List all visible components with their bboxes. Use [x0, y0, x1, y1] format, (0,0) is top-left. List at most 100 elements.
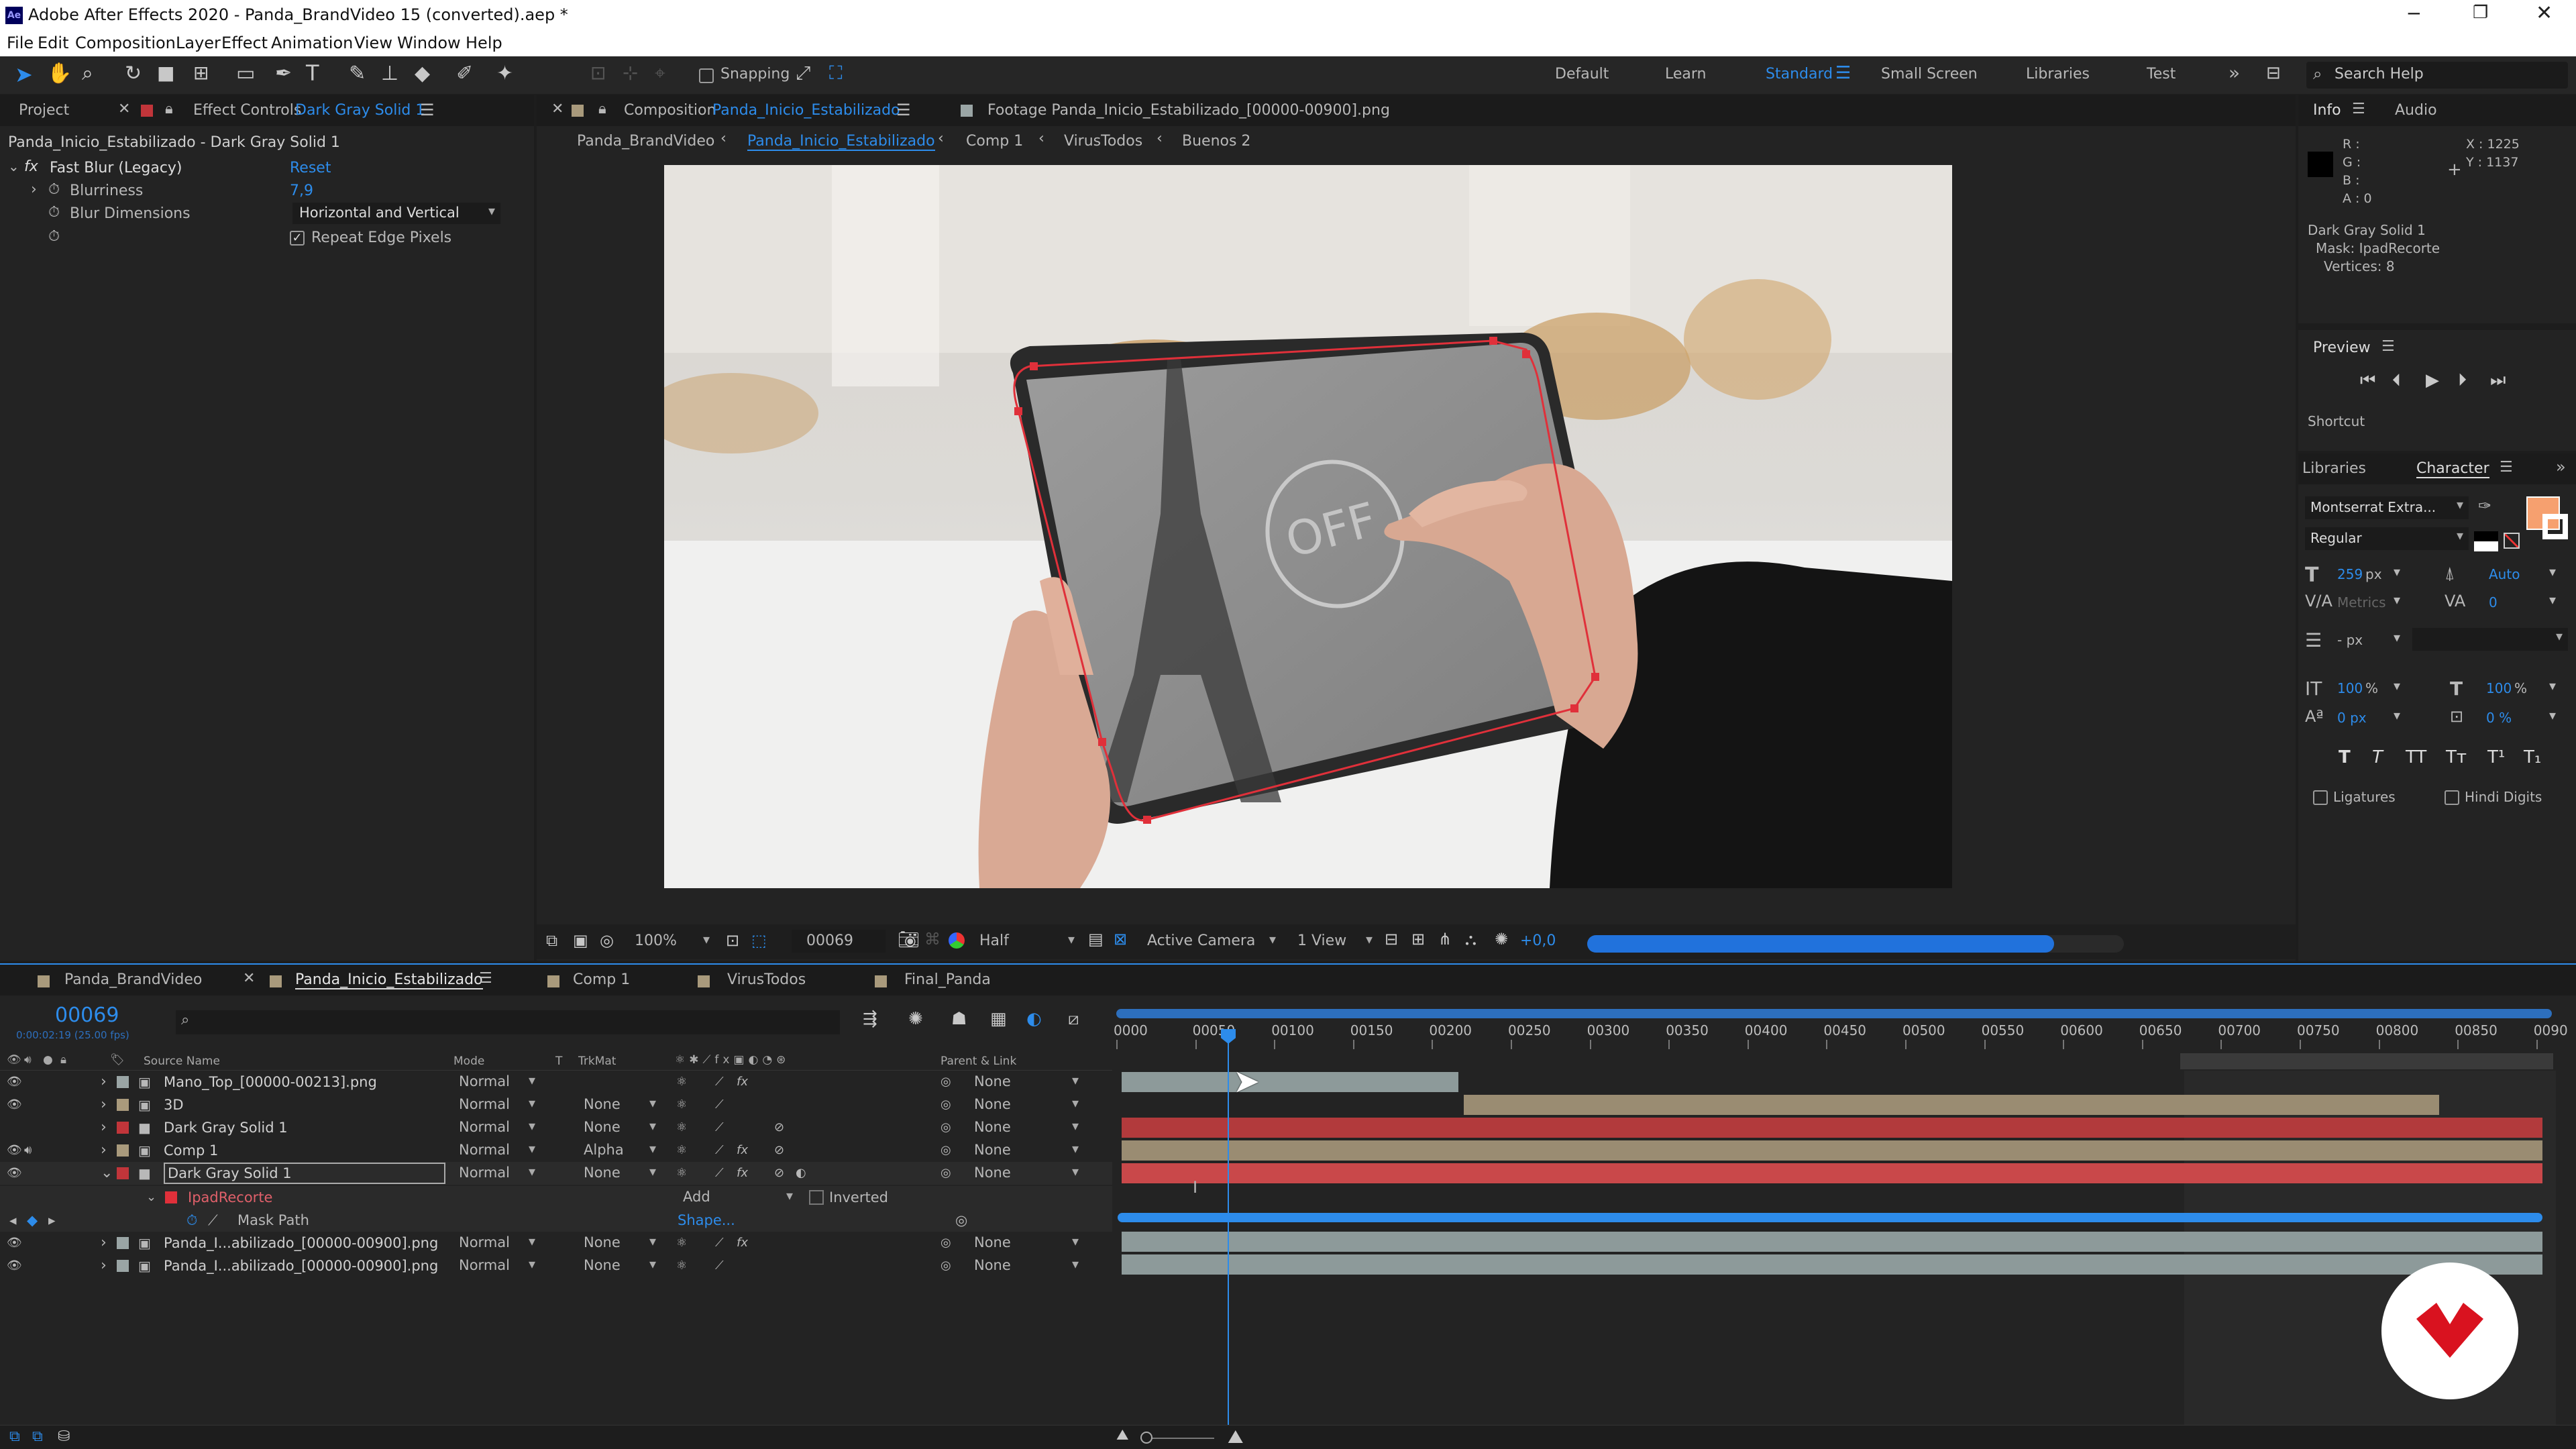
audio-icon[interactable]: 🔊︎ — [24, 1139, 32, 1162]
adjustment-switch-icon[interactable]: ⊘ — [774, 1162, 784, 1185]
parent-dropdown[interactable]: None — [969, 1118, 1084, 1138]
next-frame-icon[interactable]: ⏵ — [2458, 370, 2467, 391]
pickwhip-icon[interactable]: ◎ — [941, 1116, 951, 1139]
faux-bold-button[interactable]: T — [2339, 747, 2351, 767]
previous-frame-icon[interactable]: ⏴ — [2392, 370, 2401, 391]
shy-switch-icon[interactable]: ⚛ — [676, 1232, 687, 1254]
lock-icon[interactable]: 🔒︎ — [598, 101, 606, 117]
comp-mini-flowchart-icon[interactable]: ⇶ — [863, 1009, 877, 1029]
exposure-value[interactable]: +0,0 — [1520, 932, 1556, 949]
layer-bar-panda-inicio-1[interactable] — [1122, 1232, 2542, 1252]
next-keyframe-icon[interactable]: ▸ — [48, 1209, 56, 1232]
eraser-tool-icon[interactable]: ◆ — [415, 62, 430, 85]
parent-dropdown[interactable]: None — [969, 1233, 1084, 1253]
visibility-eye-icon[interactable]: 👁︎ — [7, 1093, 22, 1116]
layer-name[interactable]: Dark Gray Solid 1 — [164, 1163, 445, 1184]
fast-previews-icon[interactable]: ⊠ — [1114, 930, 1127, 949]
layer-row[interactable]: 👁︎ › ▣ 3D Normal None ⚛ ⟋ ◎ None — [0, 1093, 1112, 1116]
menu-help[interactable]: Help — [466, 34, 502, 52]
label-color-swatch[interactable] — [117, 1260, 129, 1272]
blend-mode-dropdown[interactable]: Normal — [453, 1233, 541, 1253]
tab-effect-controls[interactable]: Effect Controls — [193, 102, 301, 119]
toggle-render-time-icon[interactable]: ⛁ — [58, 1428, 70, 1445]
menu-edit[interactable]: Edit — [38, 34, 68, 52]
visibility-eye-icon[interactable]: 👁︎ — [7, 1071, 22, 1093]
subscript-button[interactable]: T₁ — [2524, 747, 2541, 767]
fx-switch-icon[interactable]: fx — [737, 1162, 748, 1185]
layer-row[interactable]: 👁︎ › ▣ Mano_Top_[00000-00213].png Normal ⚛ ⟋ fx… — [0, 1071, 1112, 1093]
lock-icon[interactable]: 🔒︎ — [165, 101, 173, 117]
expand-icon[interactable]: ⌄ — [101, 1162, 113, 1185]
small-caps-button[interactable]: Tт — [2446, 747, 2467, 767]
layer-row[interactable]: 👁︎ › ▣ Panda_I...abilizado_[00000-00900].pn… — [0, 1232, 1112, 1254]
timeline-tab-active[interactable]: Panda_Inicio_Estabilizado — [295, 971, 483, 989]
axis-view-icon[interactable]: ⌖ — [655, 62, 665, 85]
layer-row[interactable]: 👁︎🔊︎ › ▣ Comp 1 Normal Alpha ⚛ ⟋ fx ⊘ ◎ None — [0, 1139, 1112, 1162]
stopwatch-icon[interactable]: ⏱︎ — [186, 1209, 197, 1232]
font-style-dropdown[interactable]: Regular — [2305, 527, 2469, 550]
menu-composition[interactable]: Composition — [75, 34, 176, 52]
trkmat-header[interactable]: TrkMat — [578, 1055, 616, 1068]
font-family-dropdown[interactable]: Montserrat Extra... — [2305, 496, 2469, 519]
fx-icon[interactable]: fx — [24, 158, 38, 175]
roto-brush-tool-icon[interactable]: ✐ — [456, 62, 473, 85]
vertical-scale-value[interactable]: 100 — [2337, 680, 2363, 696]
layer-bar-dark-gray-solid-1[interactable] — [1122, 1118, 2542, 1138]
monitor-icon[interactable]: ▣ — [573, 931, 588, 950]
baseline-shift-dropdown-icon[interactable]: ▾ — [2394, 707, 2400, 723]
stroke-style-dropdown[interactable] — [2412, 628, 2568, 651]
stroke-width-dropdown-icon[interactable]: ▾ — [2394, 629, 2400, 645]
shy-switch-icon[interactable]: ⚛ — [676, 1162, 687, 1185]
expand-right-icon[interactable]: › — [31, 181, 37, 198]
toggle-modes-icon[interactable]: ⧉ — [32, 1428, 43, 1445]
zoom-dropdown[interactable]: 100% — [628, 931, 715, 953]
vertical-scale-dropdown-icon[interactable]: ▾ — [2394, 678, 2400, 694]
quality-switch-icon[interactable]: ⟋ — [715, 1116, 724, 1139]
layer-name[interactable]: Panda_I...abilizado_[00000-00900].png — [164, 1254, 445, 1277]
ligatures-checkbox[interactable] — [2313, 789, 2328, 806]
panel-menu-icon[interactable]: ☰ — [2352, 101, 2365, 117]
selection-tool-icon[interactable]: ➤ — [15, 62, 33, 87]
track-matte-dropdown[interactable]: None — [578, 1118, 661, 1138]
show-snapshot-icon[interactable]: ⌘ — [924, 930, 941, 949]
tab-audio[interactable]: Audio — [2395, 102, 2437, 119]
blend-mode-dropdown[interactable]: Normal — [453, 1140, 541, 1161]
tracking-value[interactable]: 0 — [2489, 594, 2498, 610]
timeline-tab[interactable]: Panda_BrandVideo — [64, 971, 202, 988]
fast-blur-row[interactable]: ⌄ fx Fast Blur (Legacy) Reset — [0, 157, 510, 180]
tsume-dropdown-icon[interactable]: ▾ — [2549, 707, 2556, 723]
time-ruler[interactable]: 0000 00050 00100 00150 00200 00250 00300 00350 0… — [1114, 1009, 2568, 1071]
keyframe-icon[interactable]: ◆ — [27, 1209, 38, 1232]
shy-switch-icon[interactable]: ⚛ — [676, 1093, 687, 1116]
shy-switch-icon[interactable]: ⚛ — [676, 1139, 687, 1162]
track-matte-dropdown[interactable]: None — [578, 1163, 661, 1183]
snapshot-icon[interactable]: 📷︎ — [898, 930, 920, 950]
mask-row[interactable]: ⌄ IpadRecorte Add Inverted — [0, 1186, 1112, 1209]
menu-effect[interactable]: Effect — [221, 34, 268, 52]
tracking-dropdown-icon[interactable]: ▾ — [2549, 592, 2556, 608]
parent-header[interactable]: Parent & Link — [941, 1055, 1016, 1068]
workspace-learn[interactable]: Learn — [1665, 66, 1707, 83]
graph-editor-icon[interactable]: ⧄ — [1068, 1009, 1079, 1030]
shy-switch-icon[interactable]: ⚛ — [676, 1254, 687, 1277]
tab-project[interactable]: Project — [19, 102, 69, 119]
play-icon[interactable]: ▶ — [2426, 370, 2439, 390]
layer-bar-comp-1[interactable] — [1122, 1140, 2542, 1161]
expand-icon[interactable]: › — [101, 1071, 107, 1093]
bars-area[interactable]: I — [1114, 1071, 2556, 1449]
motion-blur-icon[interactable]: ◐ — [1026, 1009, 1042, 1029]
visibility-eye-icon[interactable]: 👁︎ — [7, 1254, 22, 1277]
expand-icon[interactable]: › — [101, 1232, 107, 1254]
last-frame-icon[interactable]: ⏭ — [2490, 370, 2506, 391]
toggle-transparency-icon[interactable]: ▤ — [1088, 930, 1104, 949]
axis-world-icon[interactable]: ⊹ — [623, 62, 638, 84]
blur-dimensions-dropdown[interactable]: Horizontal and Vertical — [292, 203, 500, 224]
menu-animation[interactable]: Animation — [271, 34, 353, 52]
stopwatch-icon[interactable]: ⏱︎ — [48, 228, 60, 245]
expand-down-icon[interactable]: ⌄ — [146, 1186, 156, 1209]
workspace-libraries[interactable]: Libraries — [2026, 66, 2090, 83]
tsume-value[interactable]: 0 % — [2486, 710, 2512, 726]
mask-shape-link[interactable]: Shape... — [678, 1209, 735, 1232]
snap-edges-icon[interactable]: ⤢ — [796, 62, 810, 85]
blurriness-value[interactable]: 7,9 — [290, 182, 313, 199]
